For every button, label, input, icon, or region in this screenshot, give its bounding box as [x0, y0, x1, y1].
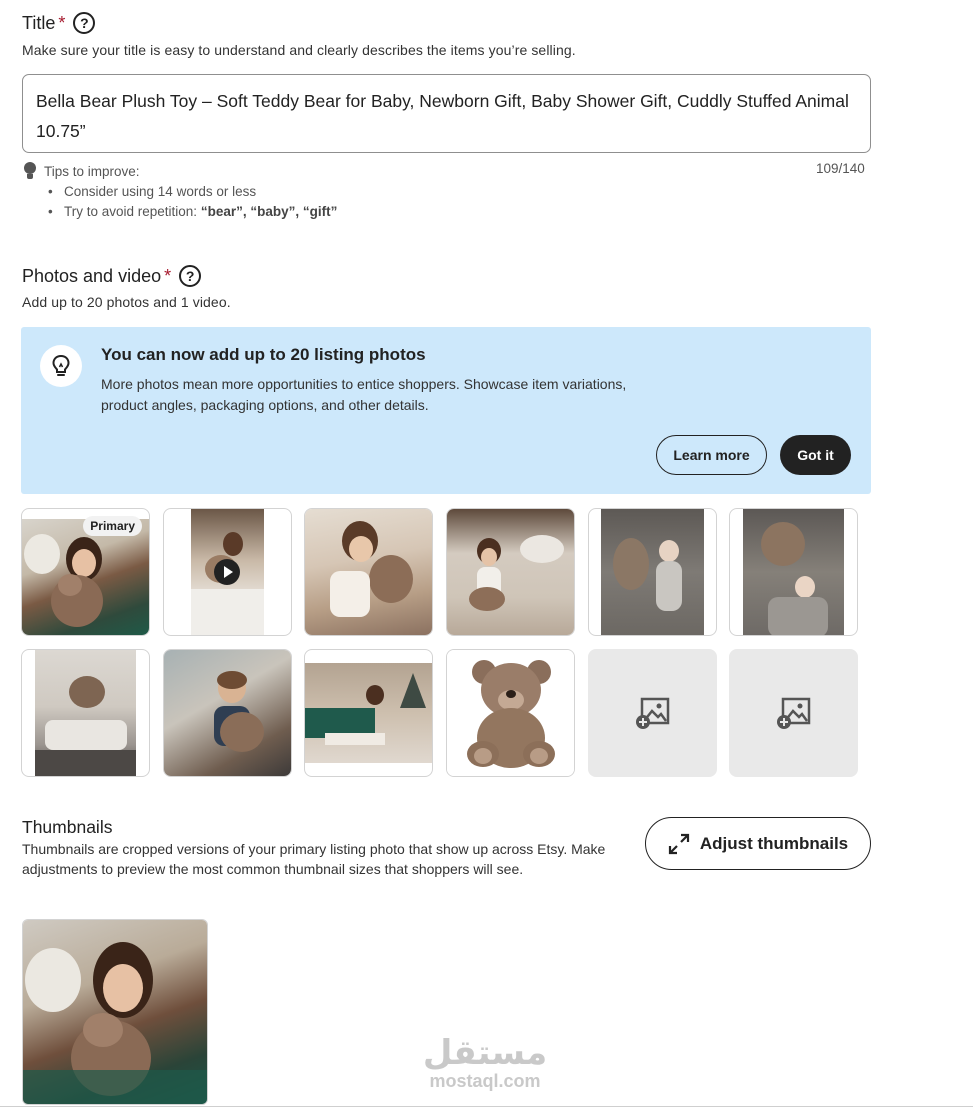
tips-heading: Tips to improve: — [22, 162, 140, 180]
adjust-thumbnails-label: Adjust thumbnails — [699, 833, 849, 853]
thumbnail-photo — [23, 920, 207, 1104]
listing-photo — [447, 509, 574, 635]
play-icon[interactable] — [214, 559, 240, 585]
primary-badge: Primary — [83, 516, 142, 536]
add-image-icon — [776, 697, 810, 729]
lightbulb-icon — [22, 162, 38, 180]
watermark-latin: mostaql.com — [429, 1071, 541, 1091]
tips-list: Consider using 14 words or less Try to a… — [48, 182, 337, 222]
photo-tile[interactable] — [588, 508, 717, 636]
photo-tile[interactable] — [729, 508, 858, 636]
photo-tile[interactable] — [304, 508, 433, 636]
photos-label: Photos and video — [22, 265, 162, 286]
tip-repeated-terms: “bear”, “baby”, “gift” — [200, 204, 338, 219]
tip-item: Consider using 14 words or less — [48, 182, 337, 202]
photo-tile-primary[interactable]: Primary — [21, 508, 150, 636]
watermark: مستقل mostaql.com — [420, 1035, 550, 1091]
listing-photo — [35, 650, 136, 776]
photo-tile[interactable] — [446, 508, 575, 636]
title-input[interactable]: Bella Bear Plush Toy – Soft Teddy Bear f… — [22, 74, 871, 153]
add-image-icon — [635, 697, 669, 729]
thumbnails-heading: Thumbnails — [22, 817, 113, 837]
banner-text: More photos mean more opportunities to e… — [101, 376, 627, 413]
listing-photo — [305, 509, 432, 635]
divider — [0, 1106, 973, 1107]
watermark-arabic: مستقل — [422, 1033, 548, 1073]
got-it-button[interactable]: Got it — [780, 435, 851, 475]
add-photo-slot[interactable] — [729, 649, 858, 777]
tip-item: Try to avoid repetition: “bear”, “baby”,… — [48, 202, 337, 222]
adjust-thumbnails-button[interactable]: Adjust thumbnails — [645, 817, 871, 870]
required-mark: * — [164, 265, 172, 286]
info-banner: You can now add up to 20 listing photos … — [21, 327, 871, 494]
tips-label: Tips to improve: — [44, 163, 140, 179]
title-label: Title — [22, 12, 56, 33]
lightbulb-icon — [40, 345, 82, 387]
listing-photo — [601, 509, 704, 635]
photo-tile[interactable] — [446, 649, 575, 777]
photos-helper-text: Add up to 20 photos and 1 video. — [22, 294, 231, 310]
question-circle-icon[interactable]: ? — [73, 12, 96, 34]
title-heading: Title * ? — [22, 12, 96, 34]
photo-tile[interactable] — [304, 649, 433, 777]
listing-photo — [305, 663, 432, 763]
photo-tile[interactable] — [163, 649, 292, 777]
add-photo-slot[interactable] — [588, 649, 717, 777]
thumbnails-description: Thumbnails are cropped versions of your … — [22, 841, 606, 877]
listing-photo — [22, 519, 149, 635]
listing-photo — [447, 650, 574, 776]
tip-text: Try to avoid repetition: — [64, 204, 201, 219]
photos-heading: Photos and video * ? — [22, 265, 202, 287]
thumbnail-preview[interactable] — [22, 919, 208, 1105]
title-helper-text: Make sure your title is easy to understa… — [22, 42, 576, 58]
character-counter: 109/140 — [816, 161, 865, 176]
photo-tile[interactable] — [21, 649, 150, 777]
listing-photo — [164, 650, 291, 776]
listing-photo — [743, 509, 844, 635]
expand-arrows-icon — [668, 833, 689, 854]
question-circle-icon[interactable]: ? — [179, 265, 202, 287]
video-tile[interactable] — [163, 508, 292, 636]
banner-title: You can now add up to 20 listing photos — [101, 345, 426, 364]
learn-more-button[interactable]: Learn more — [656, 435, 767, 475]
tip-text: Consider using 14 words or less — [64, 184, 257, 199]
required-mark: * — [58, 12, 66, 33]
